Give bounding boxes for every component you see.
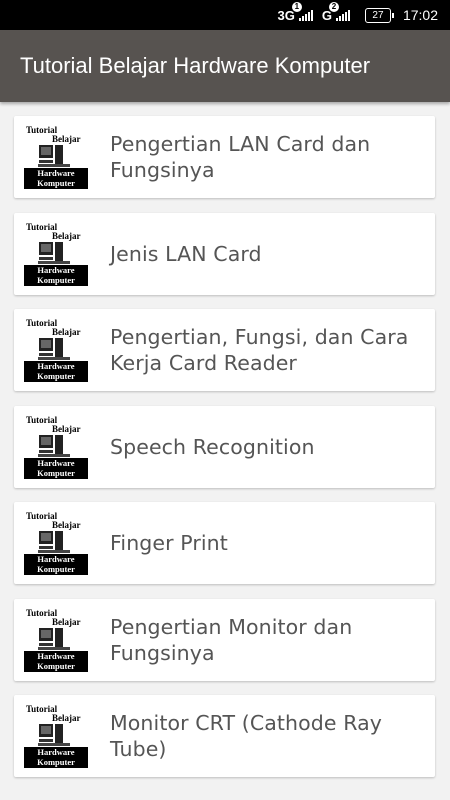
- computer-icon: [38, 724, 70, 746]
- app-logo-thumbnail: Tutorial Belajar Hardware Komputer: [24, 511, 88, 575]
- thumbnail-text-belajar: Belajar: [52, 327, 81, 337]
- thumbnail-text-komputer: Komputer: [37, 467, 75, 478]
- list-item-label: Speech Recognition: [110, 434, 315, 459]
- thumbnail-text-belajar: Belajar: [52, 230, 81, 241]
- sim2-indicator: G2: [322, 1, 351, 23]
- computer-icon: [38, 627, 70, 650]
- battery-icon: 27: [364, 7, 394, 23]
- computer-icon: [38, 531, 70, 553]
- list-item[interactable]: Tutorial Belajar Hardware Komputer Monit…: [14, 695, 435, 777]
- thumbnail-band: Hardware Komputer: [24, 168, 88, 189]
- thumbnail-band: Hardware Komputer: [24, 554, 88, 575]
- thumbnail-band: Hardware Komputer: [24, 650, 88, 672]
- thumbnail-band: Hardware Komputer: [24, 457, 88, 479]
- list-item-label: Pengertian, Fungsi, dan Cara Kerja Card …: [110, 325, 409, 375]
- list-item-label: Finger Print: [110, 531, 228, 555]
- thumbnail-text-belajar: Belajar: [52, 520, 81, 530]
- app-logo-thumbnail: Tutorial Belajar Hardware Komputer: [24, 704, 88, 768]
- list-item-label: Pengertian Monitor dan Fungsinya: [110, 614, 353, 665]
- thumbnail-band: Hardware Komputer: [24, 361, 88, 382]
- article-list: Tutorial Belajar Hardware Komputer Penge…: [14, 116, 435, 792]
- thumbnail-text-belajar: Belajar: [52, 134, 81, 144]
- network-type-2: G2: [322, 1, 339, 23]
- list-item[interactable]: Tutorial Belajar Hardware Komputer Finge…: [14, 502, 435, 584]
- thumbnail-text-hardware: Hardware: [37, 457, 75, 468]
- sim2-badge: 2: [328, 1, 339, 12]
- thumbnail-text-hardware: Hardware: [37, 264, 75, 275]
- signal-icon: [335, 9, 351, 21]
- thumbnail-text-komputer: Komputer: [37, 564, 75, 574]
- thumbnail-text-hardware: Hardware: [37, 747, 75, 757]
- list-item[interactable]: Tutorial Belajar Hardware Komputer Penge…: [14, 116, 435, 198]
- clock: 17:02: [402, 7, 438, 23]
- thumbnail-text-komputer: Komputer: [37, 371, 75, 381]
- status-bar: 3G 1 G2 27 17:02: [0, 0, 450, 30]
- thumbnail-band: Hardware Komputer: [24, 264, 88, 286]
- app-logo-thumbnail: Tutorial Belajar Hardware Komputer: [24, 221, 88, 286]
- network-type-1: 3G 1: [277, 1, 302, 23]
- thumbnail-text-komputer: Komputer: [37, 274, 75, 285]
- app-logo-thumbnail: Tutorial Belajar Hardware Komputer: [24, 607, 88, 672]
- thumbnail-text-hardware: Hardware: [37, 168, 75, 178]
- list-item[interactable]: Tutorial Belajar Hardware Komputer Penge…: [14, 309, 435, 391]
- list-item[interactable]: Tutorial Belajar Hardware Komputer Penge…: [14, 598, 435, 681]
- thumbnail-text-komputer: Komputer: [37, 178, 75, 188]
- app-logo-thumbnail: Tutorial Belajar Hardware Komputer: [24, 318, 88, 382]
- computer-icon: [38, 145, 70, 167]
- thumbnail-text-belajar: Belajar: [52, 713, 81, 723]
- thumbnail-band: Hardware Komputer: [24, 747, 88, 768]
- signal-icon: [298, 9, 314, 21]
- sim1-indicator: 3G 1: [277, 1, 314, 23]
- sim1-badge: 1: [291, 1, 302, 12]
- thumbnail-text-hardware: Hardware: [37, 554, 75, 564]
- list-item-label: Jenis LAN Card: [110, 241, 262, 266]
- list-item-label: Monitor CRT (Cathode Ray Tube): [110, 711, 383, 761]
- thumbnail-text-komputer: Komputer: [37, 660, 75, 671]
- thumbnail-text-belajar: Belajar: [52, 616, 81, 627]
- thumbnail-text-belajar: Belajar: [52, 423, 81, 434]
- app-logo-thumbnail: Tutorial Belajar Hardware Komputer: [24, 414, 88, 479]
- app-title: Tutorial Belajar Hardware Komputer: [20, 53, 371, 78]
- computer-icon: [38, 338, 70, 360]
- app-bar: Tutorial Belajar Hardware Komputer: [0, 30, 450, 102]
- computer-icon: [38, 434, 70, 457]
- list-item-label: Pengertian LAN Card dan Fungsinya: [110, 132, 371, 182]
- list-item[interactable]: Tutorial Belajar Hardware Komputer Jenis…: [14, 212, 435, 295]
- thumbnail-text-hardware: Hardware: [37, 361, 75, 371]
- thumbnail-text-hardware: Hardware: [37, 650, 75, 661]
- thumbnail-text-komputer: Komputer: [37, 757, 75, 767]
- list-item[interactable]: Tutorial Belajar Hardware Komputer Speec…: [14, 405, 435, 488]
- computer-icon: [38, 241, 70, 264]
- app-logo-thumbnail: Tutorial Belajar Hardware Komputer: [24, 125, 88, 189]
